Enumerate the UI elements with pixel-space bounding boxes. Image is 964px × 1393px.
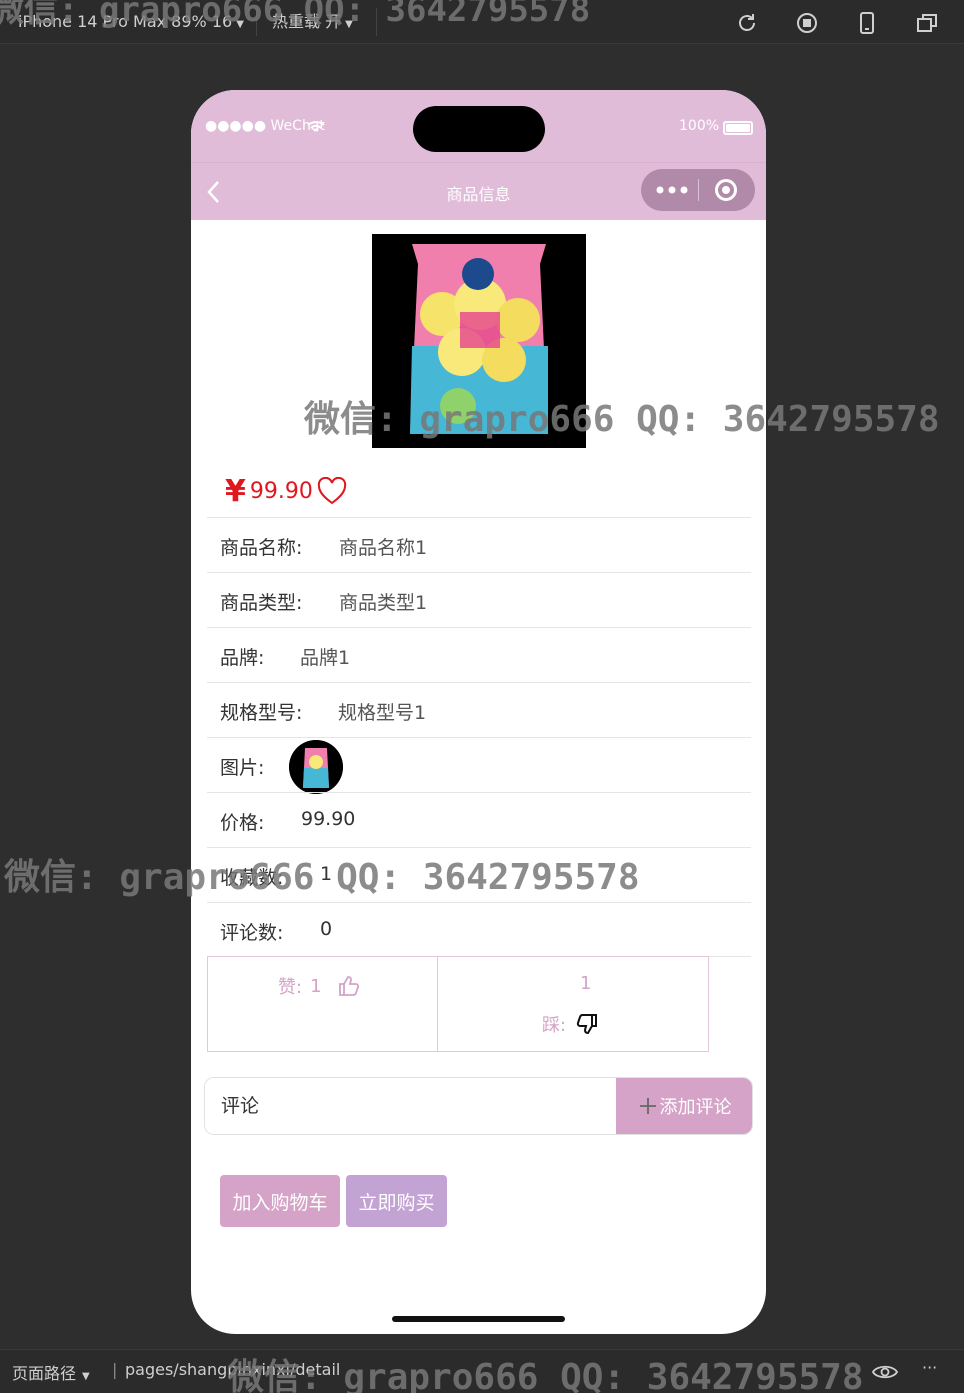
field-value: 规格型号1 xyxy=(338,702,427,724)
dynamic-island xyxy=(413,106,545,152)
field-label: 图片: xyxy=(220,757,265,779)
field-value: 商品名称1 xyxy=(339,537,428,559)
phone-simulator: ●●●●● WeChat 100% 商品信息 ¥ 99.90 商品名称: 商品名… xyxy=(191,90,766,1334)
comment-input[interactable] xyxy=(205,1078,615,1134)
field-label: 品牌: xyxy=(220,647,265,669)
status-bar: ●●●●● WeChat 100% xyxy=(191,90,766,162)
page-path-selector[interactable]: 页面路径 ▼ xyxy=(12,1360,90,1384)
page-path: pages/shangpinxinxi/detail xyxy=(125,1360,341,1379)
vote-panel: 赞: 1 1 踩: xyxy=(207,956,709,1052)
add-comment-button[interactable]: 添加评论 xyxy=(616,1078,752,1134)
field-label: 收藏数: xyxy=(220,867,284,889)
field-label: 规格型号: xyxy=(220,702,303,724)
thumbs-down-icon xyxy=(576,1014,598,1035)
price-row: ¥ 99.90 xyxy=(225,473,347,509)
like-button[interactable]: 赞: 1 xyxy=(278,973,360,999)
home-indicator xyxy=(392,1316,565,1322)
field-value: 品牌1 xyxy=(300,647,351,669)
currency-symbol: ¥ xyxy=(225,473,246,509)
field-label: 商品名称: xyxy=(220,537,303,559)
wifi-icon xyxy=(307,121,325,132)
dislike-button[interactable]: 踩: xyxy=(542,1011,598,1037)
hot-reload-label: 热重载 开 xyxy=(272,12,342,31)
field-row-favorites: 收藏数: 1 xyxy=(207,847,751,902)
field-value: 商品类型1 xyxy=(339,592,428,614)
refresh-icon[interactable] xyxy=(736,12,758,34)
buy-now-button[interactable]: 立即购买 xyxy=(346,1175,447,1227)
field-label: 商品类型: xyxy=(220,592,303,614)
field-row-type: 商品类型: 商品类型1 xyxy=(207,572,751,627)
battery-percent: 100% xyxy=(679,118,720,134)
mini-program-capsule xyxy=(641,169,755,211)
field-value: 99.90 xyxy=(301,808,356,830)
device-selector[interactable]: iPhone 14 Pro Max 89% 16 ▼ xyxy=(18,0,244,44)
thumbs-up-icon xyxy=(338,976,359,996)
comment-bar: 添加评论 xyxy=(204,1077,753,1135)
plus-icon xyxy=(639,1098,656,1114)
bottom-status-bar: 页面路径 ▼ | pages/shangpinxinxi/detail ··· xyxy=(0,1349,964,1393)
field-row-image: 图片: xyxy=(207,737,751,794)
more-icon[interactable]: ··· xyxy=(922,1358,937,1377)
chevron-down-icon: ▼ xyxy=(82,1371,90,1382)
product-price: 99.90 xyxy=(249,478,313,504)
eye-icon[interactable] xyxy=(872,1363,898,1381)
divider xyxy=(256,8,257,36)
path-separator: | xyxy=(112,1360,118,1379)
chevron-down-icon: ▼ xyxy=(345,19,353,30)
field-row-name: 商品名称: 商品名称1 xyxy=(207,517,751,572)
product-thumbnail[interactable] xyxy=(289,740,343,794)
favorite-heart-icon[interactable] xyxy=(317,477,347,505)
stop-icon[interactable] xyxy=(796,12,818,34)
field-row-comments: 评论数: 0 xyxy=(207,902,751,957)
battery-icon xyxy=(723,121,753,135)
dev-toolbar: iPhone 14 Pro Max 89% 16 ▼ 热重载 开 ▼ xyxy=(0,0,964,44)
product-image[interactable] xyxy=(372,234,586,448)
dislike-count: 1 xyxy=(580,973,592,994)
add-to-cart-button[interactable]: 加入购物车 xyxy=(220,1175,340,1227)
capsule-divider xyxy=(698,179,699,201)
field-row-price: 价格: 99.90 xyxy=(207,792,751,847)
like-label: 赞: xyxy=(278,977,303,998)
field-row-model: 规格型号: 规格型号1 xyxy=(207,682,751,737)
hot-reload-toggle[interactable]: 热重载 开 ▼ xyxy=(272,0,353,44)
divider xyxy=(376,8,377,36)
close-target-icon[interactable] xyxy=(715,179,737,201)
field-label: 评论数: xyxy=(220,922,284,944)
field-label: 价格: xyxy=(220,812,265,834)
chevron-down-icon: ▼ xyxy=(236,19,244,30)
phone-icon[interactable] xyxy=(856,12,878,34)
add-comment-label: 添加评论 xyxy=(659,1097,732,1118)
nav-bar: 商品信息 xyxy=(191,162,766,220)
field-row-brand: 品牌: 品牌1 xyxy=(207,627,751,682)
like-count: 1 xyxy=(310,975,322,997)
device-label: iPhone 14 Pro Max 89% 16 xyxy=(18,12,233,31)
vote-divider xyxy=(437,957,438,1051)
more-dots-icon[interactable] xyxy=(655,179,689,201)
dislike-label: 踩: xyxy=(542,1015,567,1036)
field-value: 0 xyxy=(320,918,333,940)
page-path-label: 页面路径 xyxy=(12,1364,77,1383)
field-value: 1 xyxy=(320,863,333,885)
window-icon[interactable] xyxy=(916,12,938,34)
